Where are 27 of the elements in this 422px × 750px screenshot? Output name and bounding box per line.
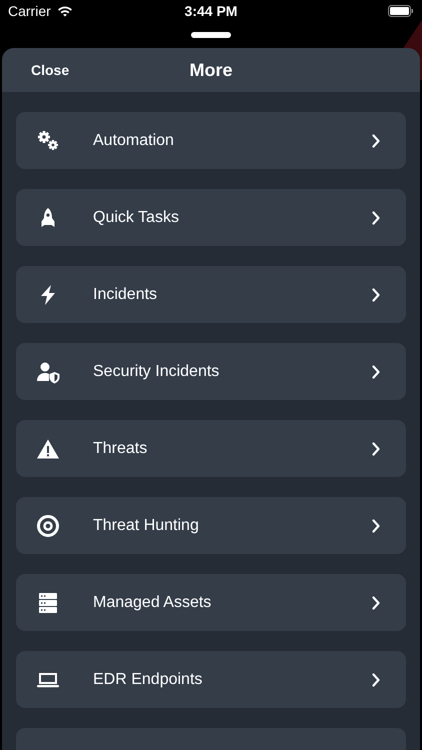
gears-icon bbox=[36, 128, 60, 152]
chevron-right-icon bbox=[372, 596, 380, 610]
chevron-right-icon bbox=[372, 288, 380, 302]
close-button[interactable]: Close bbox=[29, 58, 72, 82]
menu-item[interactable]: EDR Endpoints bbox=[16, 651, 406, 708]
battery-icon bbox=[388, 5, 414, 17]
wifi-icon bbox=[56, 5, 73, 17]
menu-item[interactable]: Managed Assets bbox=[16, 574, 406, 631]
chevron-right-icon bbox=[372, 134, 380, 148]
status-time: 3:44 PM bbox=[184, 3, 238, 19]
menu-item[interactable]: Automation bbox=[16, 112, 406, 169]
chevron-right-icon bbox=[372, 210, 380, 224]
user-shield-icon bbox=[36, 360, 60, 384]
menu-item[interactable]: Threat Hunting bbox=[16, 497, 406, 554]
menu-item[interactable]: Threats bbox=[16, 420, 406, 477]
target-icon bbox=[36, 514, 60, 538]
menu-item[interactable]: Quick Tasks bbox=[16, 189, 406, 246]
chevron-right-icon bbox=[372, 442, 380, 456]
chevron-right-icon bbox=[372, 518, 380, 532]
chevron-right-icon bbox=[372, 364, 380, 378]
menu-item[interactable]: Incidents bbox=[16, 266, 406, 323]
sheet-title: More bbox=[189, 60, 232, 80]
menu-item[interactable]: Security Incidents bbox=[16, 343, 406, 400]
server-icon bbox=[36, 590, 60, 614]
chevron-right-icon bbox=[372, 672, 380, 686]
sheet-grabber[interactable] bbox=[191, 32, 231, 38]
carrier-label: Carrier bbox=[8, 3, 51, 19]
